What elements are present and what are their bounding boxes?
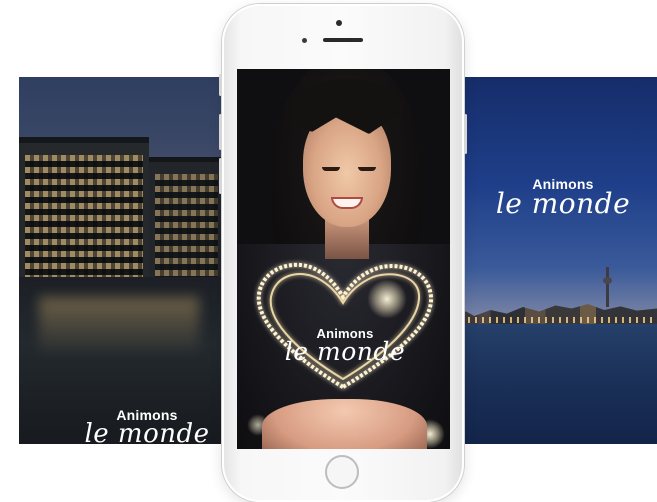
brand-logo-right: Animons le monde <box>488 177 638 218</box>
left-photo-panel: Animons le monde <box>19 77 231 444</box>
tv-tower <box>603 267 612 307</box>
speaker-grille-icon <box>323 38 363 42</box>
volume-down-button <box>219 158 222 194</box>
river-water <box>454 324 657 444</box>
phone-screen <box>237 69 450 449</box>
city-lights <box>454 317 657 323</box>
home-button-icon[interactable] <box>325 455 359 489</box>
light-heart-icon <box>256 262 434 390</box>
volume-up-button <box>219 114 222 150</box>
brand-line2: le monde <box>495 187 631 220</box>
bokeh-light <box>367 279 407 319</box>
brand-logo-phone: Animons le monde <box>280 327 410 364</box>
brand-line2: le monde <box>84 419 210 444</box>
cupped-hands <box>262 399 427 449</box>
power-button <box>464 114 467 154</box>
smartphone <box>219 4 467 502</box>
proximity-sensor <box>302 38 307 43</box>
front-camera-icon <box>336 20 342 26</box>
water-reflection <box>39 297 199 357</box>
mute-switch <box>219 74 222 96</box>
brand-line2: le monde <box>284 337 406 366</box>
brand-logo-left: Animons le monde <box>77 408 217 444</box>
right-photo-panel <box>454 77 657 444</box>
